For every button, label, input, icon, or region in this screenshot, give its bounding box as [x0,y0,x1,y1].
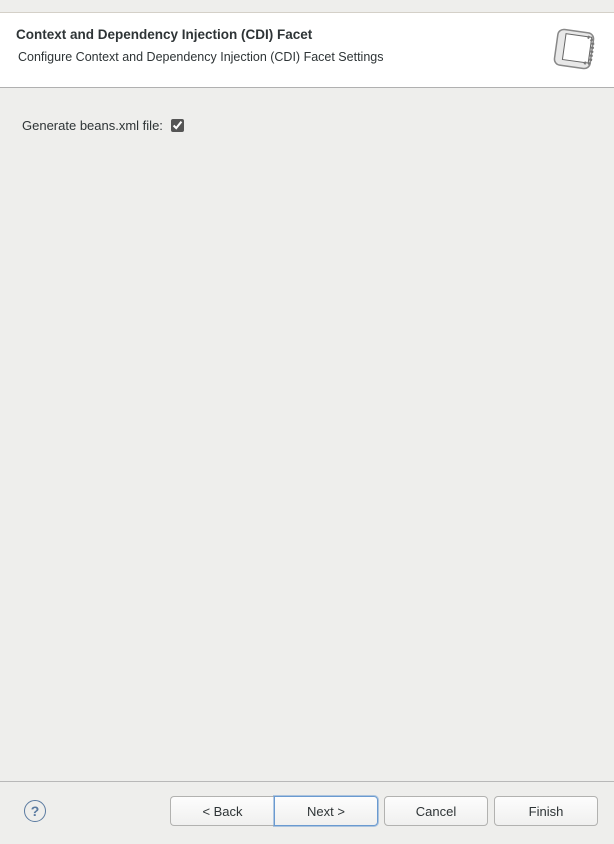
generate-beans-label: Generate beans.xml file: [22,118,163,133]
next-button[interactable]: Next > [274,796,378,826]
dialog-title: Context and Dependency Injection (CDI) F… [16,27,383,42]
cancel-button[interactable]: Cancel [384,796,488,826]
dialog-header: Context and Dependency Injection (CDI) F… [0,13,614,88]
finish-button[interactable]: Finish [494,796,598,826]
back-button[interactable]: < Back [170,796,274,826]
button-group: < Back Next > Cancel Finish [170,796,598,826]
dialog-content: Generate beans.xml file: [0,88,614,781]
header-text-block: Context and Dependency Injection (CDI) F… [16,27,383,64]
facet-icon [552,27,598,73]
help-icon[interactable]: ? [24,800,46,822]
window-titlebar [0,0,614,13]
generate-beans-checkbox[interactable] [171,119,184,132]
generate-beans-row: Generate beans.xml file: [22,118,592,133]
dialog-subtitle: Configure Context and Dependency Injecti… [18,50,383,64]
nav-button-pair: < Back Next > [170,796,378,826]
dialog-footer: ? < Back Next > Cancel Finish [0,781,614,844]
